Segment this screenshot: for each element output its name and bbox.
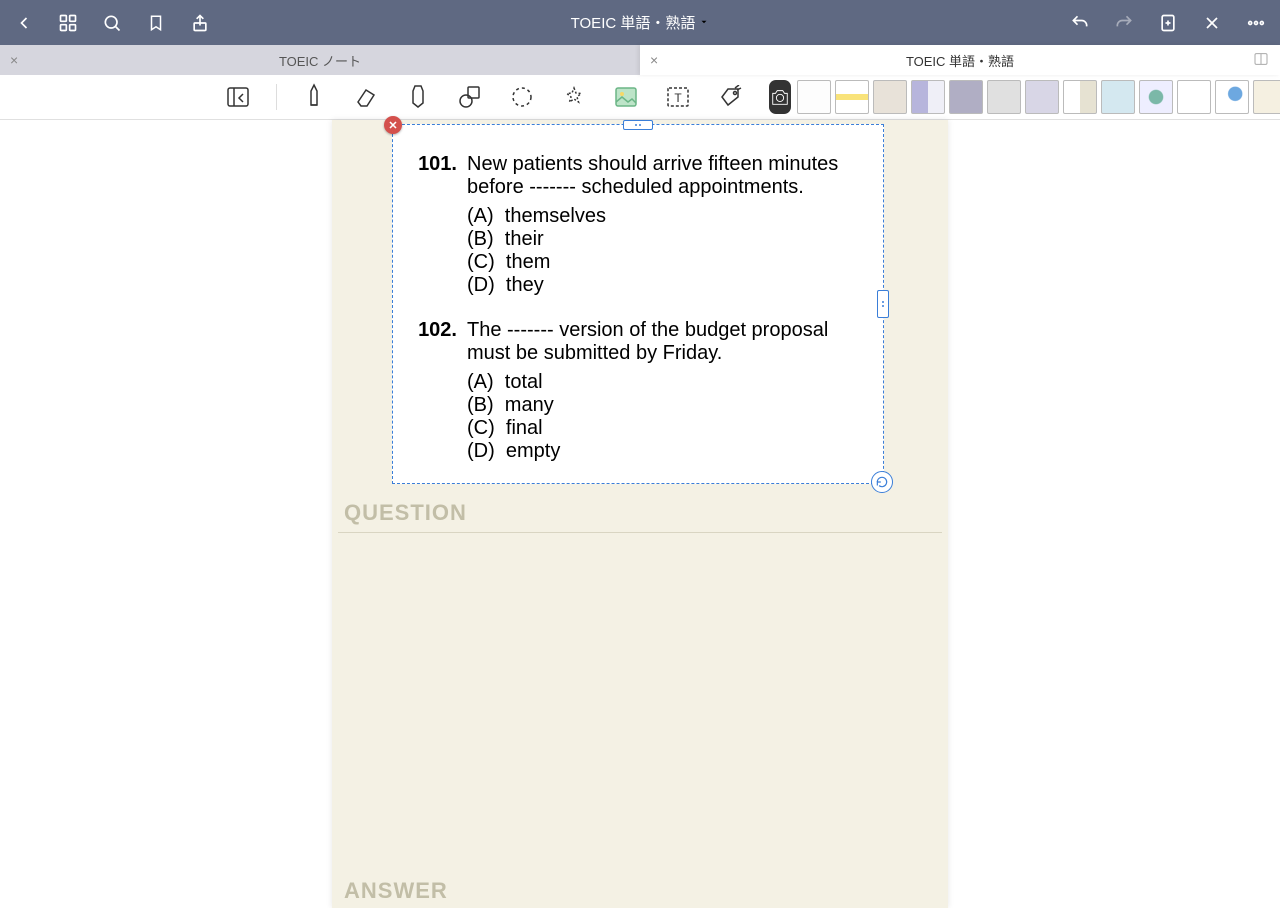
stamp-tool-icon[interactable] — [559, 82, 589, 112]
camera-button[interactable] — [769, 80, 791, 114]
answer-option: (B) their — [467, 228, 865, 251]
question-item: 101. New patients should arrive fifteen … — [411, 153, 865, 297]
delete-selection-icon[interactable]: ✕ — [384, 116, 402, 134]
question-item: 102. The ------- version of the budget p… — [411, 319, 865, 463]
tab-label: TOEIC ノート — [279, 51, 361, 70]
move-handle[interactable] — [623, 120, 653, 130]
tab-label: TOEIC 単語・熟語 — [906, 51, 1014, 70]
question-number: 101. — [411, 153, 467, 297]
thumbnail[interactable] — [1101, 80, 1135, 114]
toolbar-separator — [276, 84, 277, 110]
document-title-text: TOEIC 単語・熟語 — [571, 12, 696, 33]
rotate-handle[interactable] — [871, 471, 893, 493]
more-icon[interactable] — [1242, 9, 1270, 37]
thumbnail[interactable] — [987, 80, 1021, 114]
text-tool-icon[interactable]: T — [663, 82, 693, 112]
image-tool-icon[interactable] — [611, 82, 641, 112]
pen-tool-icon[interactable] — [299, 82, 329, 112]
close-button[interactable] — [1198, 9, 1226, 37]
tabs-row: × TOEIC ノート × TOEIC 単語・熟語 — [0, 45, 1280, 75]
thumbnail[interactable] — [1253, 80, 1280, 114]
bookmark-icon[interactable] — [142, 9, 170, 37]
chevron-down-icon — [699, 14, 709, 31]
svg-text:T: T — [674, 91, 682, 105]
question-content: 101. New patients should arrive fifteen … — [393, 125, 883, 473]
eraser-tool-icon[interactable] — [351, 82, 381, 112]
question-section-label: QUESTION — [332, 486, 948, 532]
answer-option: (C) final — [467, 417, 865, 440]
redo-button[interactable] — [1110, 9, 1138, 37]
back-button[interactable] — [10, 9, 38, 37]
answer-option: (C) them — [467, 251, 865, 274]
selected-image-object[interactable]: ✕ 101. New patients should arrive fiftee… — [392, 124, 884, 484]
tab-notes[interactable]: × TOEIC ノート — [0, 45, 640, 75]
answer-option: (A) themselves — [467, 205, 865, 228]
thumbnail[interactable] — [911, 80, 945, 114]
tab-close-icon[interactable]: × — [650, 52, 658, 68]
question-text: New patients should arrive fifteen minut… — [467, 153, 865, 199]
dashboard-icon[interactable] — [54, 9, 82, 37]
thumbnail[interactable] — [1139, 80, 1173, 114]
question-number: 102. — [411, 319, 467, 463]
image-picker-strip — [797, 80, 1280, 114]
thumbnail[interactable] — [873, 80, 907, 114]
thumbnail[interactable] — [797, 80, 831, 114]
thumbnail[interactable] — [835, 80, 869, 114]
resize-handle-right[interactable] — [877, 290, 889, 318]
answer-section-label: ANSWER — [344, 878, 448, 908]
thumbnail[interactable] — [1177, 80, 1211, 114]
share-icon[interactable] — [186, 9, 214, 37]
answer-option: (D) empty — [467, 440, 865, 463]
add-page-icon[interactable] — [1154, 9, 1182, 37]
thumbnail[interactable] — [1025, 80, 1059, 114]
tab-close-icon[interactable]: × — [10, 52, 18, 68]
note-page[interactable]: ✕ 101. New patients should arrive fiftee… — [332, 120, 948, 908]
thumbnail[interactable] — [1215, 80, 1249, 114]
thumbnail[interactable] — [1063, 80, 1097, 114]
answer-option: (A) total — [467, 371, 865, 394]
toolbar: T — [0, 75, 1280, 120]
lasso-tool-icon[interactable] — [507, 82, 537, 112]
undo-button[interactable] — [1066, 9, 1094, 37]
tag-tool-icon[interactable] — [715, 82, 745, 112]
search-icon[interactable] — [98, 9, 126, 37]
shape-tool-icon[interactable] — [455, 82, 485, 112]
title-bar: TOEIC 単語・熟語 — [0, 0, 1280, 45]
question-text: The ------- version of the budget propos… — [467, 319, 865, 365]
split-view-icon[interactable] — [1252, 51, 1270, 70]
document-title[interactable]: TOEIC 単語・熟語 — [430, 12, 850, 33]
readonly-icon[interactable] — [224, 82, 254, 112]
tab-vocabulary[interactable]: × TOEIC 単語・熟語 — [640, 45, 1280, 75]
answer-option: (B) many — [467, 394, 865, 417]
answer-option: (D) they — [467, 274, 865, 297]
highlighter-tool-icon[interactable] — [403, 82, 433, 112]
thumbnail[interactable] — [949, 80, 983, 114]
canvas-area[interactable]: ✕ 101. New patients should arrive fiftee… — [0, 120, 1280, 908]
section-divider — [338, 532, 942, 533]
